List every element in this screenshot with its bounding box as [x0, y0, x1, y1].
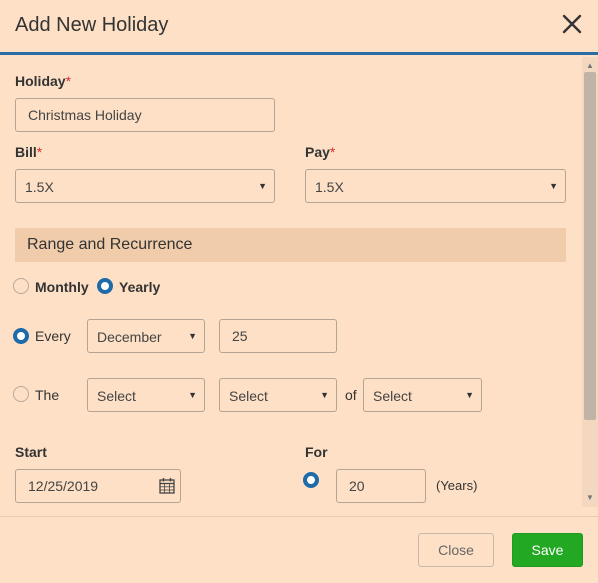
scroll-up-icon[interactable]: ▲: [586, 61, 594, 70]
dropdown-caret-icon: ▼: [188, 331, 197, 341]
every-month-value: December: [97, 329, 162, 345]
dialog-title: Add New Holiday: [15, 14, 169, 36]
required-mark: *: [65, 73, 72, 89]
dropdown-caret-icon: ▼: [188, 390, 197, 400]
range-recurrence-section-header: Range and Recurrence: [15, 228, 566, 262]
bill-label: Bill*: [15, 144, 42, 160]
add-holiday-dialog: Add New Holiday Holiday* Bill* 1.5X ▼ Pa…: [0, 0, 598, 583]
dropdown-caret-icon: ▼: [258, 181, 267, 191]
the-weekday-value: Select: [229, 388, 268, 404]
monthly-label: Monthly: [35, 279, 89, 295]
bill-label-text: Bill: [15, 144, 37, 160]
monthly-radio[interactable]: [13, 278, 29, 294]
calendar-icon[interactable]: [159, 477, 175, 494]
for-years-radio[interactable]: [303, 472, 319, 488]
save-button[interactable]: Save: [512, 533, 583, 567]
dialog-header: Add New Holiday: [0, 0, 598, 55]
the-radio[interactable]: [13, 386, 29, 402]
scrollbar-thumb[interactable]: [584, 72, 596, 420]
of-label: of: [345, 387, 357, 403]
the-label: The: [35, 387, 60, 403]
bill-select-value: 1.5X: [25, 179, 54, 195]
the-ordinal-select[interactable]: Select ▼: [87, 378, 205, 412]
close-icon[interactable]: [560, 12, 584, 36]
pay-select[interactable]: 1.5X ▼: [305, 169, 566, 203]
required-mark: *: [329, 144, 336, 160]
dropdown-caret-icon: ▼: [549, 181, 558, 191]
start-date-value: 12/25/2019: [28, 478, 99, 494]
dropdown-caret-icon: ▼: [465, 390, 474, 400]
every-day-input[interactable]: [219, 319, 337, 353]
yearly-label: Yearly: [119, 279, 161, 295]
the-weekday-select[interactable]: Select ▼: [219, 378, 337, 412]
holiday-name-input[interactable]: [15, 98, 275, 132]
close-button[interactable]: Close: [418, 533, 494, 567]
years-unit-label: (Years): [436, 478, 478, 493]
the-month-select[interactable]: Select ▼: [363, 378, 482, 412]
for-years-input[interactable]: [336, 469, 426, 503]
pay-label-text: Pay: [305, 144, 330, 160]
dropdown-caret-icon: ▼: [320, 390, 329, 400]
section-title: Range and Recurrence: [27, 236, 193, 253]
yearly-radio[interactable]: [97, 278, 113, 294]
required-mark: *: [36, 144, 43, 160]
start-label: Start: [15, 444, 47, 460]
pay-label: Pay*: [305, 144, 335, 160]
the-ordinal-value: Select: [97, 388, 136, 404]
every-label: Every: [35, 328, 71, 344]
the-month-value: Select: [373, 388, 412, 404]
holiday-label: Holiday*: [15, 73, 71, 89]
every-month-select[interactable]: December ▼: [87, 319, 205, 353]
every-radio[interactable]: [13, 328, 29, 344]
holiday-label-text: Holiday: [15, 73, 66, 89]
start-date-input[interactable]: 12/25/2019: [15, 469, 181, 503]
dialog-body: Holiday* Bill* 1.5X ▼ Pay* 1.5X ▼ Range …: [0, 55, 582, 515]
for-label: For: [305, 444, 328, 460]
pay-select-value: 1.5X: [315, 179, 344, 195]
scroll-down-icon[interactable]: ▼: [586, 493, 594, 502]
bill-select[interactable]: 1.5X ▼: [15, 169, 275, 203]
dialog-footer: Close Save: [0, 516, 598, 583]
